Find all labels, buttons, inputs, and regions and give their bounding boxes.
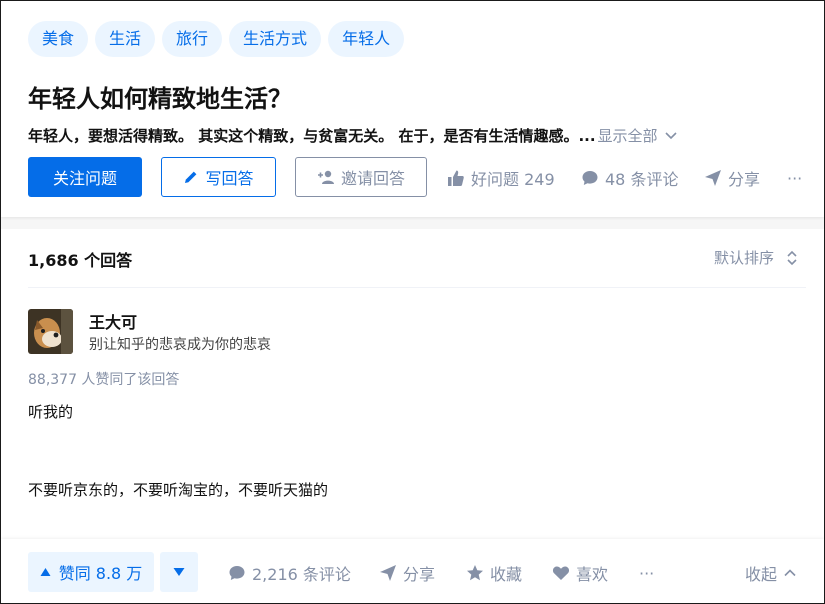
follow-question-button[interactable]: 关注问题	[28, 157, 142, 197]
more-icon: ···	[787, 168, 803, 188]
like-button[interactable]: 喜欢	[552, 562, 608, 584]
chevron-up-icon	[784, 569, 796, 577]
write-answer-button[interactable]: 写回答	[161, 157, 276, 197]
topic-tag-food[interactable]: 美食	[28, 21, 89, 57]
question-comments-button[interactable]: 48 条评论	[581, 167, 678, 189]
collect-button[interactable]: 收藏	[466, 562, 522, 584]
add-user-icon	[317, 170, 334, 184]
more-icon: ···	[639, 563, 655, 583]
question-more-button[interactable]: ···	[787, 167, 802, 189]
question-excerpt: 年轻人，要想活得精致。 其实这个精致，与贫富无关。 在于，是否有生活情趣感。..…	[28, 126, 596, 145]
downvote-button[interactable]	[160, 552, 198, 592]
good-question-label: 好问题 249	[471, 170, 555, 189]
answer-action-bar: 赞同 8.8 万 2,216 条评论 分享 收藏 喜欢 ··· 收起	[1, 539, 824, 603]
like-label: 喜欢	[576, 565, 609, 584]
topic-tags: 美食 生活 旅行 生活方式 年轻人	[28, 21, 405, 57]
collapse-label: 收起	[745, 565, 778, 584]
dog-avatar-image	[28, 309, 73, 354]
write-answer-label: 写回答	[205, 169, 254, 188]
answer-paragraph: 不要听京东的，不要听淘宝的，不要听天猫的	[28, 481, 329, 499]
answer-count: 1,686 个回答	[28, 251, 133, 270]
pencil-icon	[185, 171, 197, 183]
answer-comments-button[interactable]: 2,216 条评论	[228, 562, 351, 584]
show-all-label: 显示全部	[597, 126, 658, 145]
topic-tag-travel[interactable]: 旅行	[162, 21, 223, 57]
answers-header: 1,686 个回答 默认排序	[28, 247, 806, 288]
topic-tag-life[interactable]: 生活	[95, 21, 156, 57]
show-all-button[interactable]: 显示全部	[598, 125, 678, 146]
triangle-down-icon	[173, 568, 185, 576]
chevron-down-icon	[664, 132, 677, 140]
question-excerpt-row: 年轻人，要想活得精致。 其实这个精致，与贫富无关。 在于，是否有生活情趣感。..…	[28, 123, 798, 147]
good-question-button[interactable]: 好问题 249	[447, 167, 555, 189]
star-icon	[467, 565, 483, 581]
share-icon	[380, 565, 396, 581]
follow-question-label: 关注问题	[52, 169, 117, 188]
comment-icon	[229, 566, 245, 580]
sort-label: 默认排序	[713, 249, 774, 267]
vote-count-text: 88,377 人赞同了该回答	[28, 372, 180, 388]
topic-tag-young-people[interactable]: 年轻人	[328, 21, 405, 57]
question-share-button[interactable]: 分享	[704, 167, 760, 189]
invite-answer-label: 邀请回答	[340, 169, 405, 188]
author-name[interactable]: 王大可	[89, 309, 137, 333]
question-share-label: 分享	[728, 170, 761, 189]
triangle-up-icon	[40, 568, 51, 576]
comment-icon	[582, 171, 598, 185]
share-icon	[705, 170, 721, 186]
invite-answer-button[interactable]: 邀请回答	[295, 157, 427, 197]
sort-toggle-icon	[787, 250, 797, 265]
question-comments-label: 48 条评论	[605, 170, 679, 189]
question-title[interactable]: 年轻人如何精致地生活？	[28, 79, 292, 114]
answer-share-button[interactable]: 分享	[379, 562, 435, 584]
answer-more-button[interactable]: ···	[639, 562, 654, 584]
sort-dropdown[interactable]: 默认排序	[714, 247, 798, 268]
upvote-label: 赞同 8.8 万	[58, 564, 143, 583]
answer-paragraph: 听我的	[28, 403, 74, 421]
collapse-button[interactable]: 收起	[745, 562, 797, 584]
thumbs-up-icon	[448, 170, 464, 186]
answer-share-label: 分享	[403, 565, 436, 584]
answer-comments-label: 2,216 条评论	[252, 565, 351, 584]
author-bio: 别让知乎的悲哀成为你的悲哀	[89, 337, 271, 353]
question-card: 美食 生活 旅行 生活方式 年轻人 年轻人如何精致地生活？ 年轻人，要想活得精致…	[1, 1, 824, 217]
topic-tag-lifestyle[interactable]: 生活方式	[229, 21, 322, 57]
page-frame: 美食 生活 旅行 生活方式 年轻人 年轻人如何精致地生活？ 年轻人，要想活得精致…	[0, 0, 825, 604]
upvote-button[interactable]: 赞同 8.8 万	[28, 552, 154, 592]
avatar[interactable]	[28, 309, 73, 354]
collect-label: 收藏	[490, 565, 523, 584]
heart-icon	[552, 566, 570, 580]
